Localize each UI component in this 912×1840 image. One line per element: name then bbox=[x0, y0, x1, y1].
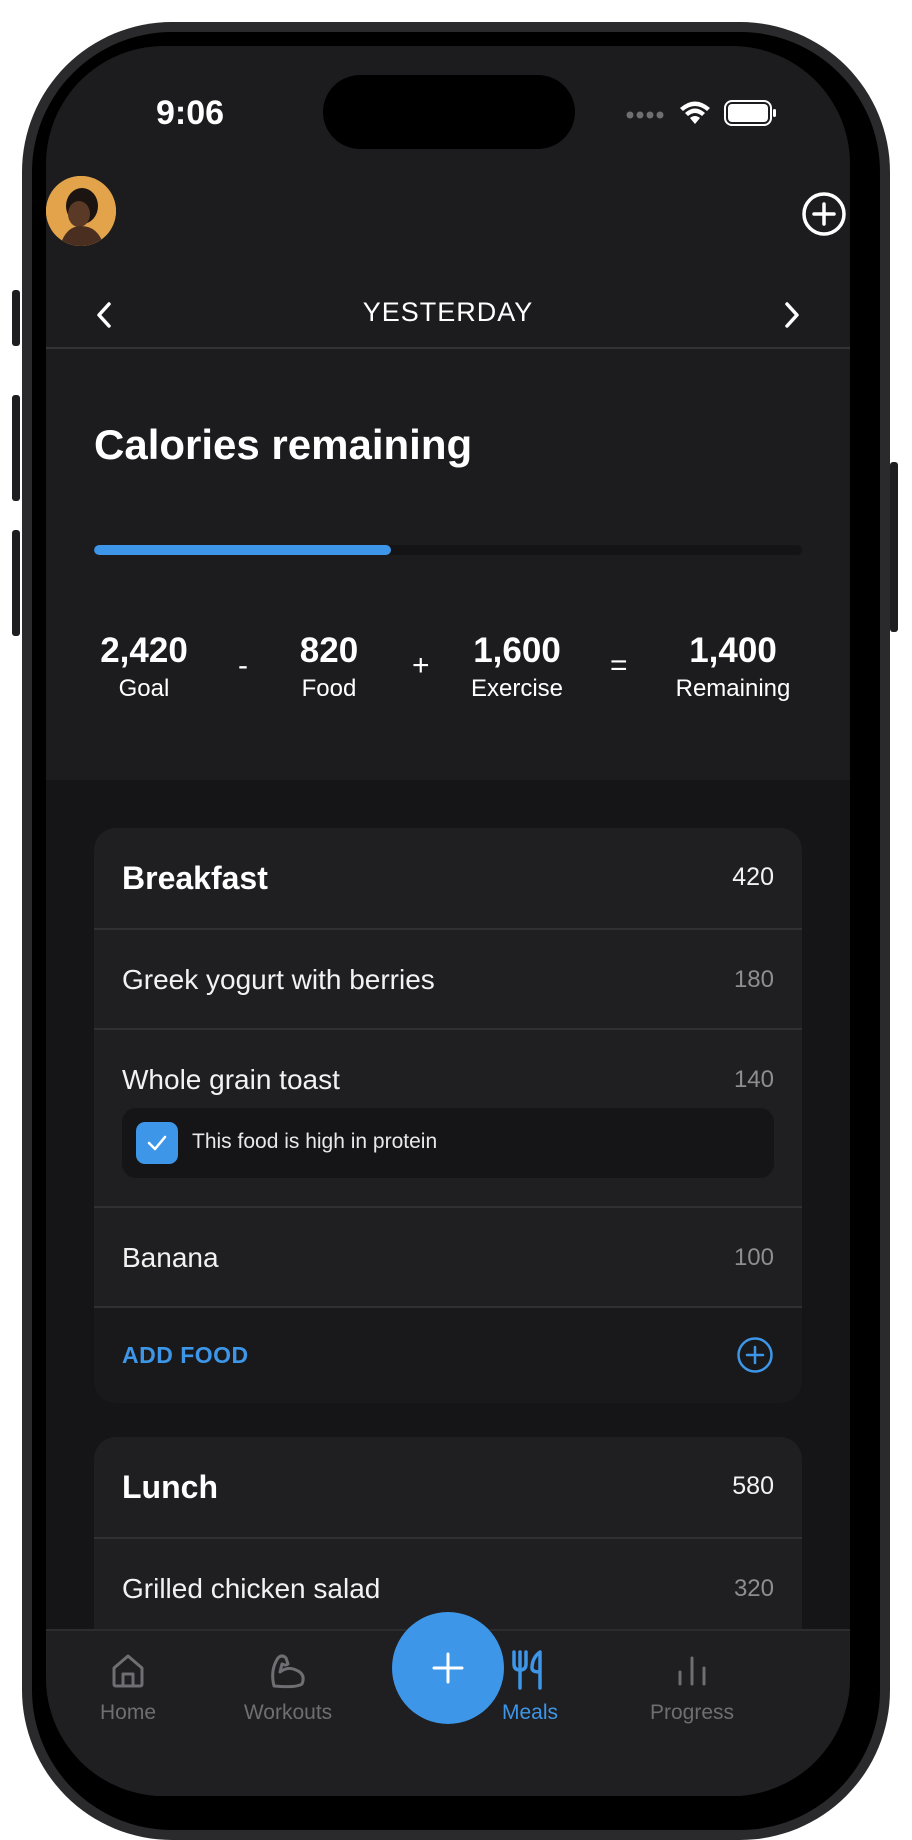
food-value: 820 bbox=[299, 631, 359, 670]
tab-workouts[interactable]: Workouts bbox=[218, 1645, 358, 1725]
dynamic-island bbox=[323, 75, 575, 149]
avatar[interactable] bbox=[46, 176, 116, 246]
goal-label: Goal bbox=[118, 675, 170, 702]
status-time: 9:06 bbox=[156, 94, 225, 132]
food-calories: 180 bbox=[733, 966, 774, 993]
chevron-right-icon[interactable] bbox=[772, 295, 812, 335]
meal-calories: 420 bbox=[732, 863, 774, 891]
food-row[interactable]: Banana 100 bbox=[94, 1206, 802, 1306]
food-row[interactable]: Whole grain toast 140 This food is high … bbox=[94, 1028, 802, 1206]
action-button bbox=[12, 290, 20, 346]
tab-label: Progress bbox=[649, 1701, 735, 1724]
goal-value: 2,420 bbox=[100, 631, 188, 670]
meal-name: Lunch bbox=[122, 1469, 218, 1505]
food-name: Whole grain toast bbox=[122, 1064, 340, 1095]
status-icons bbox=[626, 100, 778, 131]
calories-equation: 2,420 Goal - 820 Food + 1,600 Exercise =… bbox=[94, 631, 802, 711]
plus-circle-icon[interactable] bbox=[736, 1336, 774, 1374]
tab-label: Workouts bbox=[243, 1701, 333, 1724]
quick-add-button[interactable] bbox=[392, 1612, 504, 1724]
add-entry-icon[interactable] bbox=[800, 190, 848, 238]
header-divider bbox=[46, 347, 850, 349]
food-row[interactable]: Greek yogurt with berries 180 bbox=[94, 928, 802, 1028]
food-label: Food bbox=[301, 675, 357, 702]
exercise-label: Exercise bbox=[470, 675, 564, 702]
meal-header[interactable]: Breakfast 420 bbox=[94, 828, 802, 928]
side-button bbox=[890, 462, 898, 632]
food-calories: 140 bbox=[733, 1066, 774, 1093]
volume-down-button bbox=[12, 530, 20, 636]
remaining-label: Remaining bbox=[675, 675, 791, 702]
calories-title: Calories remaining bbox=[94, 421, 473, 468]
plus-operator: + bbox=[412, 649, 430, 682]
remaining-stat: 1,400 Remaining bbox=[664, 631, 802, 707]
food-calories: 320 bbox=[733, 1575, 774, 1602]
calories-progress-bar bbox=[94, 545, 802, 555]
tab-label: Home bbox=[99, 1701, 157, 1724]
high-protein-checkbox[interactable] bbox=[136, 1122, 178, 1164]
exercise-stat: 1,600 Exercise bbox=[454, 631, 580, 707]
wifi-icon bbox=[678, 100, 712, 131]
add-food-label: ADD FOOD bbox=[122, 1342, 249, 1368]
food-name: Grilled chicken salad bbox=[122, 1573, 381, 1604]
equals-operator: = bbox=[610, 649, 628, 682]
remaining-value: 1,400 bbox=[689, 631, 777, 670]
date-label: YESTERDAY bbox=[362, 297, 534, 327]
food-calories: 100 bbox=[733, 1244, 774, 1271]
breakfast-card: Breakfast 420 Greek yogurt with berries … bbox=[94, 828, 802, 1403]
tab-progress[interactable]: Progress bbox=[622, 1645, 762, 1725]
tab-home[interactable]: Home bbox=[58, 1645, 198, 1725]
bar-chart-icon bbox=[622, 1645, 762, 1695]
phone-frame: 9:06 YESTERDAY Calories remaining 2,420 … bbox=[22, 22, 898, 1840]
meal-name: Breakfast bbox=[122, 860, 268, 896]
date-navigator: YESTERDAY bbox=[46, 281, 850, 351]
checkmark-icon bbox=[147, 1135, 167, 1151]
cellular-signal-icon bbox=[626, 107, 666, 125]
battery-icon bbox=[724, 100, 778, 131]
food-stat: 820 Food bbox=[274, 631, 384, 707]
screen: 9:06 YESTERDAY Calories remaining 2,420 … bbox=[46, 46, 850, 1796]
exercise-value: 1,600 bbox=[473, 631, 561, 670]
volume-up-button bbox=[12, 395, 20, 501]
goal-stat: 2,420 Goal bbox=[94, 631, 194, 707]
food-name: Banana bbox=[122, 1242, 219, 1273]
home-icon bbox=[58, 1645, 198, 1695]
meal-calories: 580 bbox=[732, 1472, 774, 1500]
food-name: Greek yogurt with berries bbox=[122, 964, 435, 995]
plus-icon bbox=[432, 1652, 464, 1684]
minus-operator: - bbox=[238, 649, 248, 682]
add-food-button[interactable]: ADD FOOD bbox=[94, 1306, 802, 1403]
food-note: This food is high in protein bbox=[122, 1108, 774, 1178]
meal-header[interactable]: Lunch 580 bbox=[94, 1437, 802, 1537]
muscle-icon bbox=[218, 1645, 358, 1695]
calories-progress-fill bbox=[94, 545, 392, 555]
food-note-text: This food is high in protein bbox=[192, 1130, 438, 1153]
